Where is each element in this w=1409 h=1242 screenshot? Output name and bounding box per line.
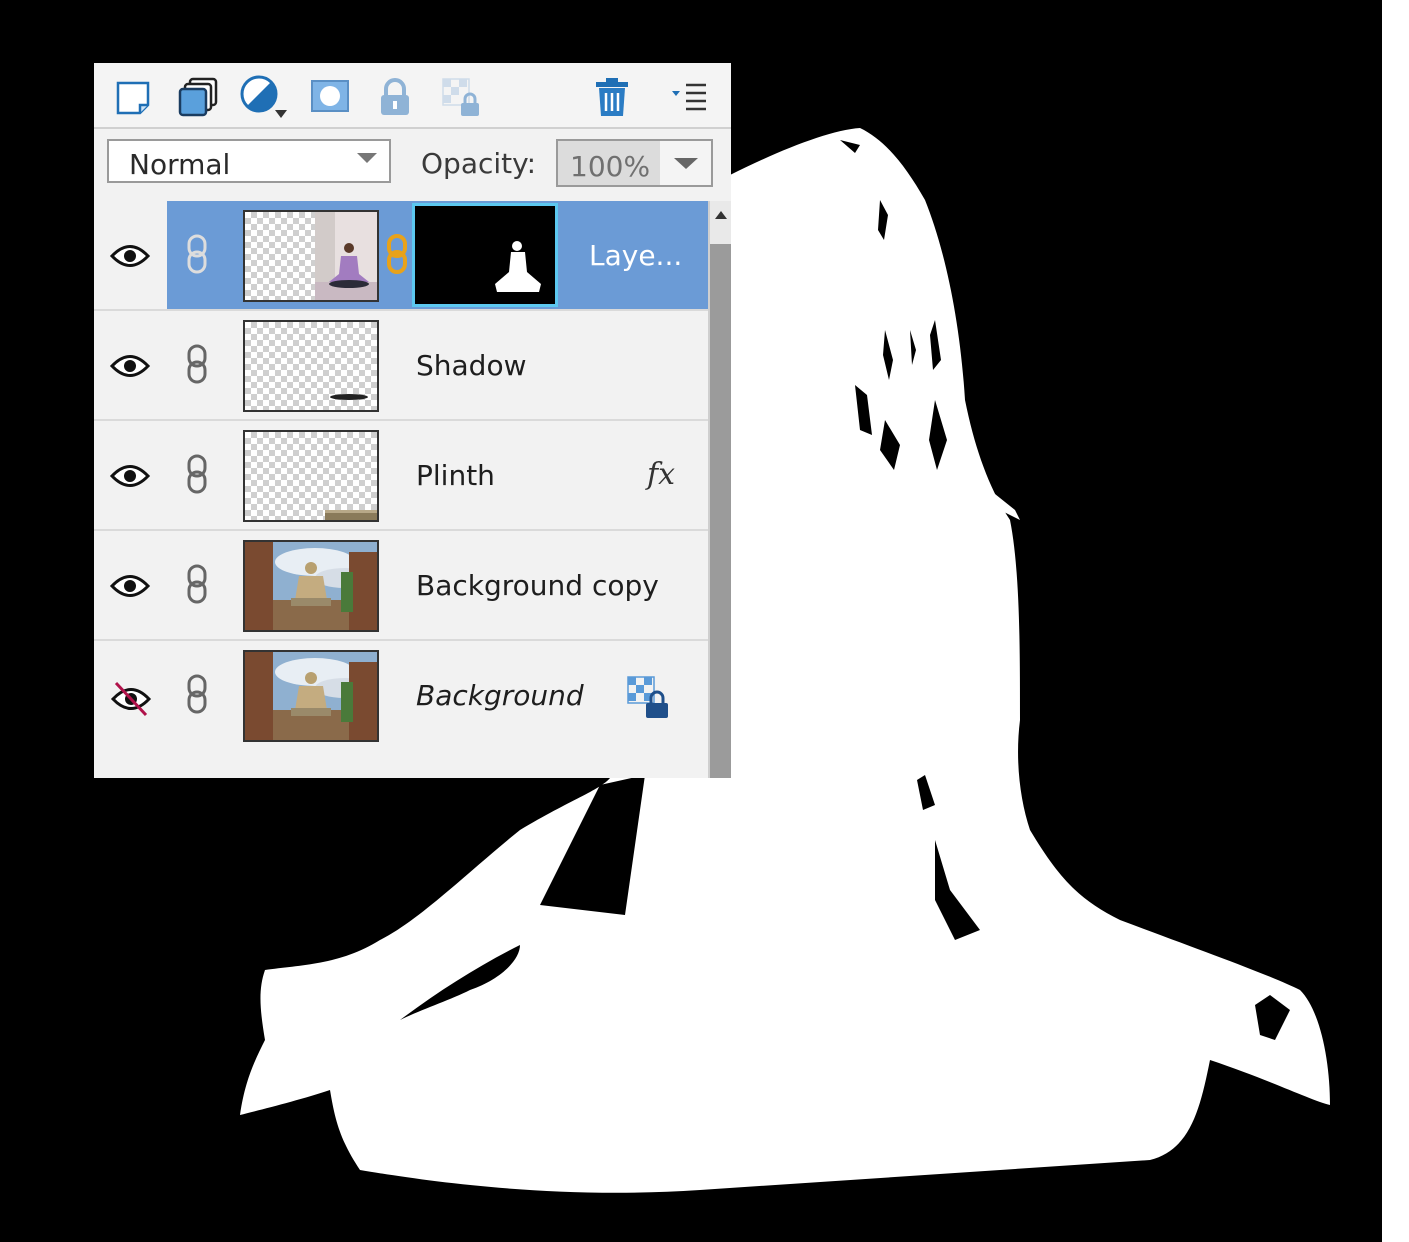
layer-thumbnail[interactable] (243, 540, 379, 632)
layer-name[interactable]: Background (416, 679, 584, 712)
blend-mode-dropdown[interactable]: Normal (107, 139, 391, 183)
chevron-down-icon (357, 153, 377, 163)
layer-options-bar: Normal Opacity: 100% (94, 129, 731, 199)
mask-link-icon[interactable] (386, 234, 408, 274)
panel-menu-button[interactable] (668, 75, 712, 119)
temple-buddha-photo (245, 652, 377, 740)
layer-row[interactable]: Background (94, 641, 708, 749)
blend-mode-value: Normal (129, 148, 231, 181)
eye-icon[interactable] (110, 459, 150, 493)
opacity-field[interactable]: 100% (556, 139, 662, 187)
trash-icon (596, 78, 628, 116)
eye-hidden-icon[interactable] (110, 679, 152, 719)
transparent-shadow (330, 394, 368, 400)
add-mask-button[interactable] (308, 75, 352, 119)
layer-thumbnail[interactable] (243, 430, 379, 522)
eye-icon[interactable] (110, 239, 150, 273)
layer-row[interactable]: Background copy (94, 531, 708, 641)
new-layer-icon (116, 81, 150, 115)
layers-panel: Normal Opacity: 100% Laye... Shadow Plin… (94, 63, 731, 778)
add-mask-icon (311, 80, 349, 112)
link-icon[interactable] (186, 674, 208, 714)
new-group-button[interactable] (176, 75, 220, 119)
opacity-label: Opacity: (421, 147, 537, 180)
opacity-dropdown-button[interactable] (660, 139, 713, 187)
layers-list: Laye... Shadow Plinth fx Background copy… (94, 201, 708, 778)
scroll-up-arrow-icon[interactable] (715, 211, 727, 219)
link-icon[interactable] (186, 564, 208, 604)
eye-icon[interactable] (110, 569, 150, 603)
layer-effects-icon[interactable]: fx (647, 457, 675, 492)
layer-name[interactable]: Background copy (416, 569, 659, 602)
layers-scrollbar[interactable] (708, 201, 731, 778)
scrollbar-thumb[interactable] (710, 244, 731, 778)
link-icon[interactable] (186, 454, 208, 494)
panel-menu-icon (672, 83, 706, 111)
lock-transparency-button[interactable] (439, 75, 483, 119)
layer-thumbnail[interactable] (243, 320, 379, 412)
canvas-edge (1382, 0, 1409, 1242)
layer-name[interactable]: Shadow (416, 349, 526, 382)
lock-transparency-icon (442, 78, 479, 116)
link-icon[interactable] (186, 344, 208, 384)
new-group-icon (178, 77, 218, 117)
layer-row[interactable]: Plinth fx (94, 421, 708, 531)
link-icon[interactable] (186, 234, 208, 274)
lock-transparency-icon[interactable] (626, 675, 670, 719)
layer-name[interactable]: Laye... (589, 239, 682, 272)
chevron-down-icon (674, 158, 698, 169)
new-layer-button[interactable] (111, 75, 155, 119)
lock-all-button[interactable] (373, 75, 417, 119)
layer-thumbnail[interactable] (243, 650, 379, 742)
layer-thumbnail[interactable] (243, 210, 379, 302)
yoga-woman-photo (315, 212, 377, 300)
layer-name[interactable]: Plinth (416, 459, 495, 492)
delete-layer-button[interactable] (590, 75, 634, 119)
layer-row[interactable]: Shadow (94, 311, 708, 421)
mask-silhouette-thumb (495, 241, 541, 292)
temple-buddha-photo (245, 542, 377, 630)
adjustment-layer-button[interactable] (239, 75, 295, 119)
layers-toolbar (94, 63, 731, 129)
eye-icon[interactable] (110, 349, 150, 383)
transparent-plinth (325, 510, 377, 520)
adjustment-layer-icon (240, 75, 287, 118)
lock-all-icon (381, 78, 409, 115)
layer-row[interactable]: Laye... (94, 201, 708, 311)
opacity-value: 100% (570, 150, 651, 183)
layer-mask-thumbnail[interactable] (412, 203, 558, 307)
